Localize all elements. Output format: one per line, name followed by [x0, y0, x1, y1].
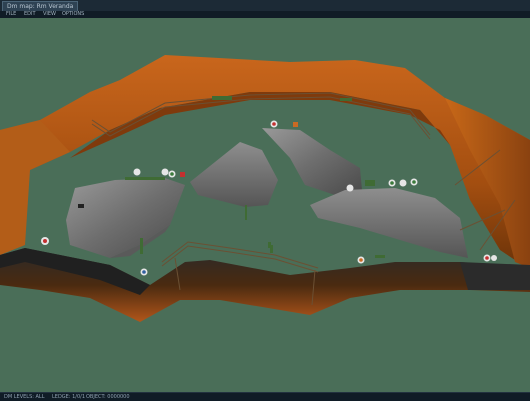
- mine-marker: [78, 204, 84, 208]
- menu-options[interactable]: OPTIONS: [62, 11, 84, 18]
- lower-right-ledge: [460, 262, 530, 290]
- menu-bar: FILE EDIT VIEW OPTIONS: [0, 11, 530, 18]
- level-scene: [0, 18, 530, 392]
- menu-view[interactable]: VIEW: [43, 11, 56, 18]
- worm-marker-8: [399, 179, 407, 187]
- worm-marker-3: [161, 168, 169, 176]
- worm-marker-6: [346, 184, 354, 192]
- crate-marker-1: [180, 172, 185, 177]
- worm-marker-2: [133, 168, 141, 176]
- worm-marker-13: [491, 255, 497, 261]
- plant-marker: [268, 242, 271, 248]
- 3d-viewport[interactable]: [0, 18, 530, 392]
- menu-edit[interactable]: EDIT: [24, 11, 36, 18]
- menu-file[interactable]: FILE: [6, 11, 16, 18]
- map-tab[interactable]: Dm map: Rm Veranda: [2, 1, 79, 11]
- crate-marker-2: [293, 122, 298, 127]
